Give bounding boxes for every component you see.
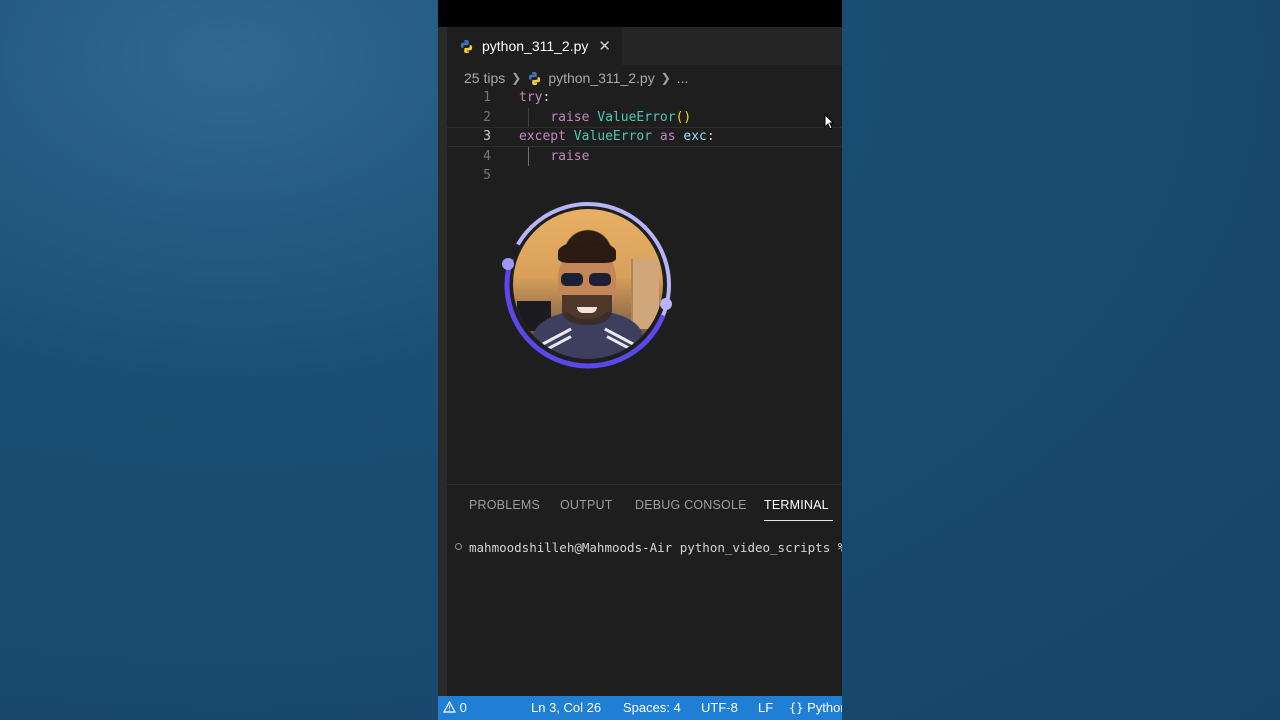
code-token: raise [550,109,590,125]
code-token: ValueError [573,129,653,144]
code-token: : [542,90,551,105]
code-token: exc [683,129,707,144]
warnings-count: 0 [459,700,467,715]
code-line[interactable]: 5 [447,166,842,186]
line-number: 4 [483,148,491,164]
terminal-line[interactable]: mahmoodshilleh@Mahmoods-Air python_video… [447,537,842,557]
code-editor-window: python_311_2.py ✕ 25 tips ❯ python_311_2… [438,0,842,720]
line-number: 2 [483,109,491,125]
eol-status[interactable]: LF [758,700,773,715]
editor-tab-row: python_311_2.py ✕ [447,27,842,65]
warning-icon [442,700,457,713]
code-line-active[interactable]: 3 except ValueError as exc: [447,127,842,147]
terminal-prompt: mahmoodshilleh@Mahmoods-Air python_video… [469,540,842,555]
code-token: try [519,90,543,105]
code-area[interactable]: 1 try: 2 raise ValueError() 3 except Val… [447,88,842,186]
code-token: : [706,129,715,144]
indentation-status[interactable]: Spaces: 4 [623,700,681,715]
chevron-right-icon: ❯ [511,71,522,85]
encoding-status[interactable]: UTF-8 [701,700,738,715]
code-line[interactable]: 4 raise [447,147,842,167]
code-token: ValueError [597,109,676,125]
mouse-pointer-icon [824,114,834,130]
language-label: Python [807,700,842,715]
tab-debug-console[interactable]: DEBUG CONSOLE [635,498,747,512]
tab-output[interactable]: OUTPUT [560,498,613,512]
breadcrumb-folder[interactable]: 25 tips [464,70,505,86]
chevron-right-icon: ❯ [660,71,671,85]
close-icon[interactable]: ✕ [598,39,611,54]
circle-icon [455,543,462,550]
status-bar: 0 Ln 3, Col 26 Spaces: 4 UTF-8 LF {} Pyt… [438,696,842,720]
webcam-video [513,209,663,359]
language-mode[interactable]: {} Python [789,700,842,715]
breadcrumb-file[interactable]: python_311_2.py [548,70,654,86]
activity-bar-edge [438,27,447,696]
code-token: () [675,109,692,125]
cursor-position[interactable]: Ln 3, Col 26 [531,700,601,715]
editor-tab[interactable]: python_311_2.py ✕ [447,27,622,65]
code-line[interactable]: 1 try: [447,88,842,108]
python-icon [529,71,541,85]
breadcrumb-more[interactable]: ... [677,70,689,86]
code-token: raise [550,148,590,164]
top-black-bar [438,0,842,27]
active-tab-indicator [764,520,833,521]
code-line[interactable]: 2 raise ValueError() [447,108,842,128]
breadcrumb: 25 tips ❯ python_311_2.py ❯ ... [464,68,688,88]
line-number: 5 [483,168,491,183]
webcam-overlay [500,198,676,374]
tab-terminal[interactable]: TERMINAL [764,498,829,512]
tab-problems[interactable]: PROBLEMS [469,498,540,512]
line-number: 1 [483,90,491,105]
panel-tab-bar: PROBLEMS OUTPUT DEBUG CONSOLE TERMINAL [447,484,842,525]
tab-label: python_311_2.py [482,38,589,54]
braces-icon: {} [789,701,804,715]
code-token: except [519,129,566,144]
python-icon [460,39,473,53]
line-number: 3 [483,129,491,144]
code-token: as [659,129,676,144]
warnings-status[interactable]: 0 [442,700,467,715]
